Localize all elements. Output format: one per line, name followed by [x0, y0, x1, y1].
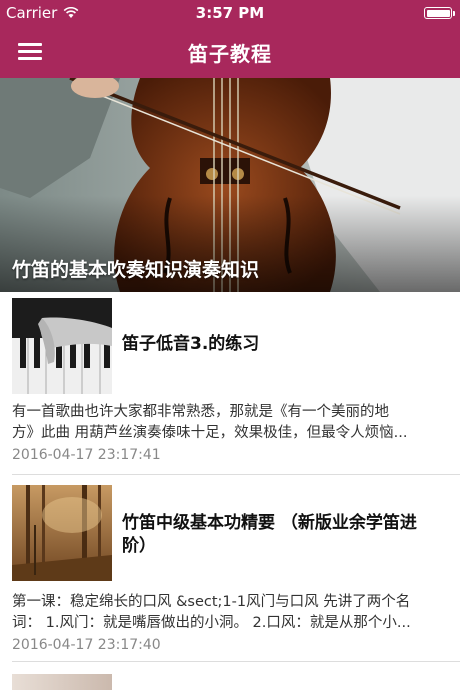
article-date: 2016-04-17 23:17:41 [12, 447, 161, 463]
article-thumbnail [12, 674, 112, 690]
article-summary-line: 方》此曲 用葫芦丝演奏傣味十足，效果极佳，但最令人烦恼... [12, 425, 408, 441]
article-thumbnail [12, 485, 112, 581]
divider [12, 661, 460, 662]
article-thumbnail [12, 298, 112, 394]
status-time: 3:57 PM [195, 4, 265, 22]
hero-caption: 竹笛的基本吹奏知识演奏知识 [12, 259, 260, 281]
article-title-line: 竹笛中级基本功精要 （新版业余学笛进 [122, 513, 417, 533]
page-title: 笛子教程 [188, 42, 272, 66]
piano-photo [12, 298, 112, 394]
hero-banner[interactable]: 竹笛的基本吹奏知识演奏知识 [0, 78, 460, 292]
article-title-line: 阶） [122, 536, 156, 556]
article-item[interactable]: 笛子低音3.的练习 有一首歌曲也许大家都非常熟悉，那就是《有一个美丽的地 方》此… [0, 292, 460, 474]
article-summary-line: 词： 1.风门：就是嘴唇做出的小洞。 2.口风：就是从那个小... [12, 615, 411, 631]
forest-photo [12, 485, 112, 581]
article-title: 笛子低音3.的练习 [122, 334, 260, 354]
article-item[interactable]: 竹笛中级基本功精要 （新版业余学笛进 阶） 第一课：稳定绵长的口风 &sect;… [0, 475, 460, 660]
status-bar: Carrier 3:57 PM [0, 0, 460, 26]
article-summary-line: 第一课：稳定绵长的口风 &sect;1-1风门与口风 先讲了两个名 [12, 594, 411, 610]
battery-icon [424, 7, 455, 19]
article-item[interactable] [0, 664, 460, 690]
article-date: 2016-04-17 23:17:40 [12, 637, 161, 653]
article-summary-line: 有一首歌曲也许大家都非常熟悉，那就是《有一个美丽的地 [12, 404, 389, 420]
nav-bar: 笛子教程 [0, 26, 460, 78]
